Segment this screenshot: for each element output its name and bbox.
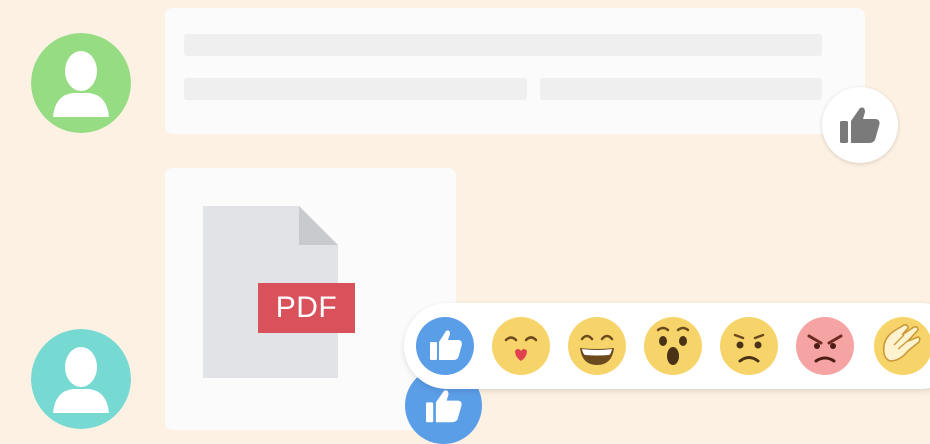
user-silhouette-icon	[31, 33, 131, 133]
reaction-picker	[404, 303, 930, 389]
text-placeholder-line	[184, 78, 527, 100]
kiss-emoji-icon	[504, 336, 538, 361]
reaction-haha[interactable]	[568, 317, 626, 375]
avatar-top	[31, 33, 131, 133]
sad-emoji-icon	[733, 333, 765, 363]
thumbs-up-icon	[425, 389, 462, 422]
text-placeholder-line	[184, 34, 822, 56]
text-placeholder-line	[540, 78, 822, 100]
reaction-like[interactable]	[416, 317, 474, 375]
angry-emoji-icon	[807, 334, 843, 363]
grin-emoji-icon	[580, 334, 614, 365]
like-button[interactable]	[822, 87, 898, 163]
reaction-angry[interactable]	[796, 317, 854, 375]
message-card-text	[165, 8, 865, 134]
thumbs-up-icon	[430, 330, 462, 360]
reaction-sad[interactable]	[720, 317, 778, 375]
pdf-label: PDF	[258, 283, 355, 333]
reaction-love[interactable]	[492, 317, 550, 375]
clapping-hands-icon	[882, 324, 921, 362]
user-silhouette-icon	[31, 329, 131, 429]
reaction-wow[interactable]	[644, 317, 702, 375]
surprised-emoji-icon	[656, 326, 690, 365]
thumbs-up-icon	[840, 107, 880, 143]
reaction-yay[interactable]	[874, 317, 930, 375]
avatar-bottom	[31, 329, 131, 429]
